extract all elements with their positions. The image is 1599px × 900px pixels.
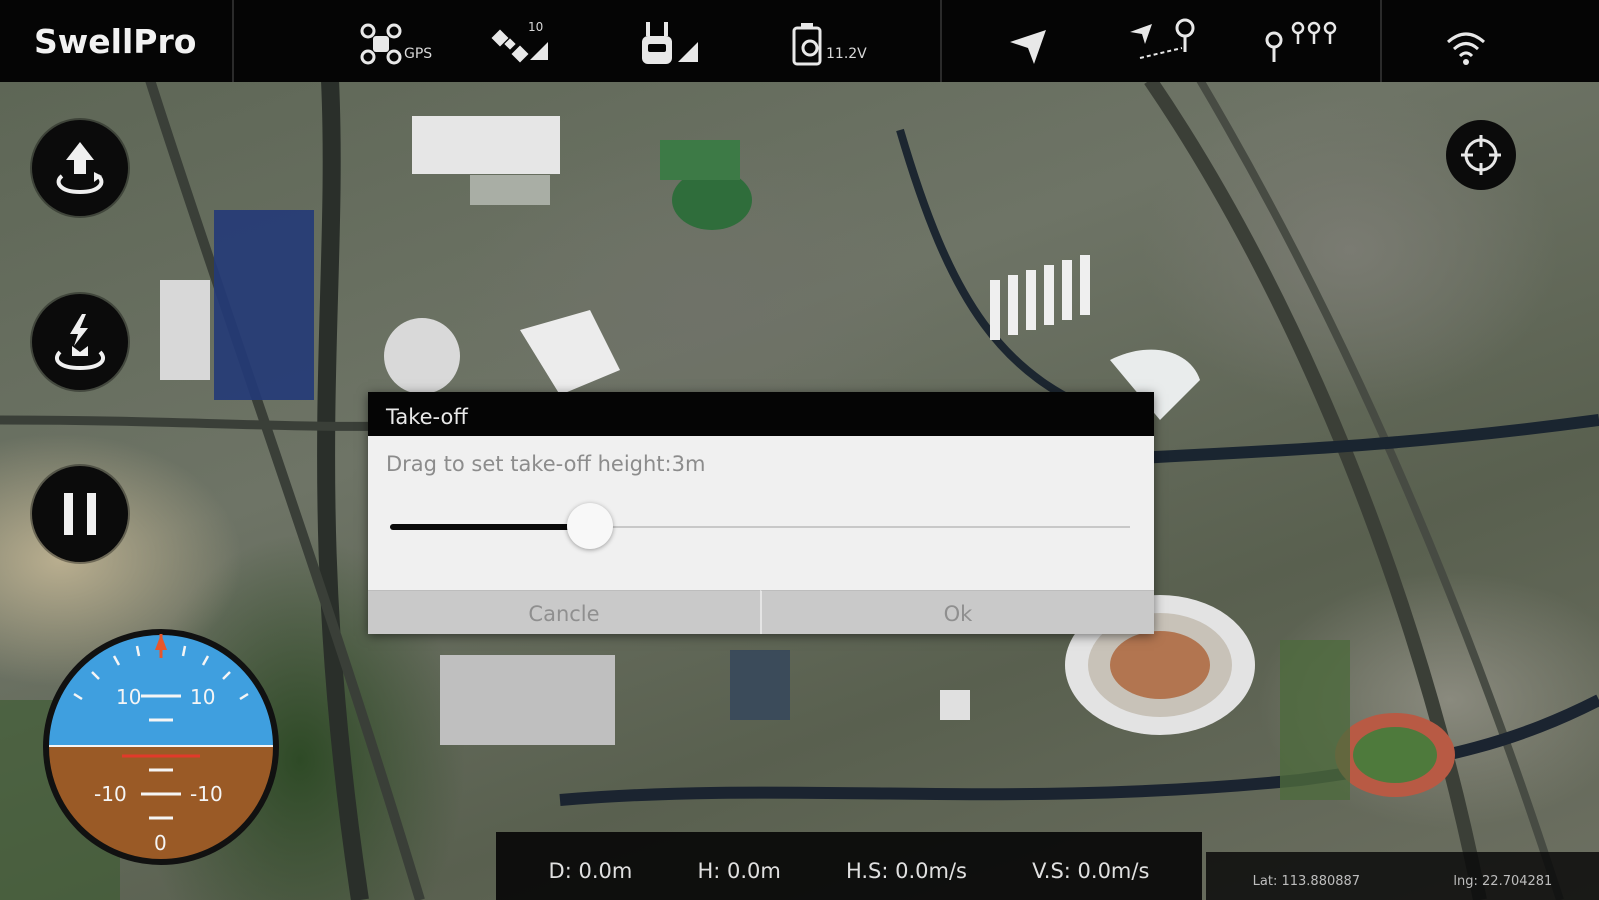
- takeoff-dialog: Take-off Drag to set take-off height:3m …: [368, 392, 1154, 634]
- distance-readout: D: 0.0m: [548, 859, 633, 883]
- height-readout: H: 0.0m: [697, 859, 781, 883]
- waypoint-route-icon: [1130, 18, 1195, 59]
- slider-fill: [390, 524, 590, 530]
- satellite-status[interactable]: 10: [490, 18, 560, 66]
- waypoint-route-button[interactable]: [1130, 18, 1200, 66]
- locate-button[interactable]: [1446, 120, 1516, 190]
- wifi-status[interactable]: [1446, 18, 1486, 66]
- satellite-icon: [491, 29, 529, 63]
- locate-crosshair-icon: [1461, 135, 1501, 175]
- divider: [1380, 0, 1382, 82]
- signal-strength-icon: [678, 42, 698, 62]
- dialog-title: Take-off: [368, 392, 1154, 436]
- remote-status[interactable]: [640, 18, 698, 66]
- app-logo: SwellPro: [34, 22, 197, 61]
- remote-controller-icon: [642, 22, 672, 64]
- pitch-label: -10: [190, 782, 223, 806]
- signal-strength-icon: [530, 42, 548, 60]
- telemetry-bar: D: 0.0m H: 0.0m H.S: 0.0m/s V.S: 0.0m/s: [496, 832, 1202, 900]
- return-home-icon: [54, 314, 106, 371]
- dialog-button-row: Cancle Ok: [368, 590, 1154, 634]
- pitch-label: 10: [190, 685, 215, 709]
- coordinates-bar: Lat: 113.880887 lng: 22.704281: [1206, 852, 1599, 900]
- battery-voltage: 11.2V: [826, 46, 867, 62]
- ok-button[interactable]: Ok: [760, 590, 1154, 634]
- dialog-message: Drag to set take-off height:3m: [386, 452, 706, 476]
- pitch-label: 10: [116, 685, 141, 709]
- horizontal-speed-readout: H.S: 0.0m/s: [845, 859, 968, 883]
- slider-thumb[interactable]: [566, 503, 613, 549]
- heading-label: 0: [154, 831, 167, 855]
- divider: [232, 0, 234, 82]
- battery-status[interactable]: 11.2V: [790, 18, 867, 66]
- pause-button[interactable]: [32, 466, 128, 562]
- takeoff-icon: [56, 142, 104, 195]
- longitude-readout: lng: 22.704281: [1453, 873, 1553, 889]
- pitch-label: -10: [94, 782, 127, 806]
- takeoff-button[interactable]: [32, 120, 128, 216]
- battery-icon: [792, 23, 822, 66]
- drone-icon: [360, 23, 402, 65]
- satellite-count: 10: [528, 20, 544, 34]
- fly-to-button[interactable]: [1008, 18, 1048, 66]
- gps-status[interactable]: GPS: [360, 18, 432, 66]
- attitude-indicator: 10 10 -10 -10 0: [42, 628, 280, 866]
- multi-waypoint-icon: [1265, 21, 1337, 62]
- return-home-button[interactable]: [32, 294, 128, 390]
- multi-waypoint-button[interactable]: [1262, 18, 1342, 66]
- wifi-icon: [1447, 32, 1485, 65]
- pause-icon: [64, 493, 96, 535]
- divider: [940, 0, 942, 82]
- gps-label: GPS: [404, 46, 433, 62]
- cancel-button[interactable]: Cancle: [368, 590, 760, 634]
- latitude-readout: Lat: 113.880887: [1252, 873, 1361, 889]
- send-icon: [1010, 30, 1046, 64]
- takeoff-height-slider[interactable]: [390, 502, 1130, 552]
- status-bar: SwellPro GPS 10 11.2V: [0, 0, 1599, 82]
- vertical-speed-readout: V.S: 0.0m/s: [1032, 859, 1150, 883]
